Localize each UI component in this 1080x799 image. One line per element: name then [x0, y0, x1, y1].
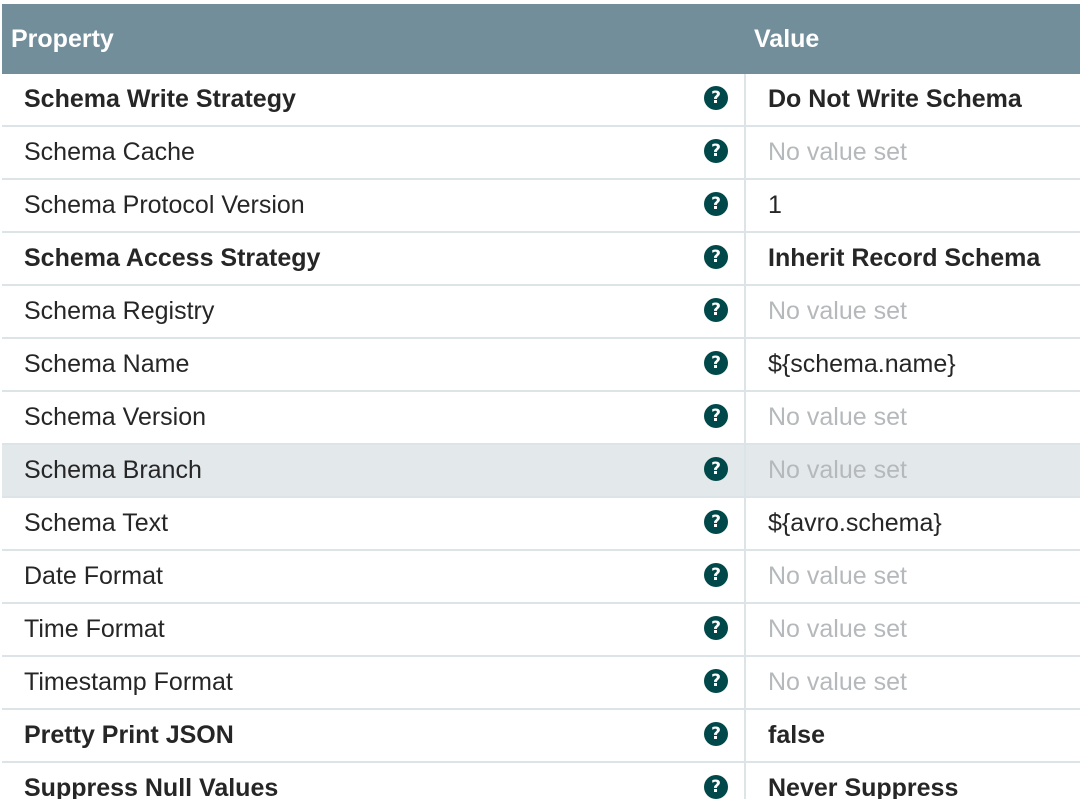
- no-value-placeholder: No value set: [768, 456, 907, 484]
- property-value-cell[interactable]: Inherit Record Schema: [746, 233, 1080, 284]
- property-name-cell: Schema Name?: [2, 339, 746, 390]
- help-icon[interactable]: ?: [704, 404, 728, 428]
- property-value-cell[interactable]: No value set: [746, 445, 1080, 496]
- property-name: Schema Name: [24, 350, 190, 378]
- table-row[interactable]: Schema Write Strategy? Do Not Write Schem…: [2, 74, 1080, 127]
- property-name-cell: Schema Protocol Version?: [2, 180, 746, 231]
- property-value-cell[interactable]: ${schema.name}: [746, 339, 1080, 390]
- property-value-cell[interactable]: false: [746, 710, 1080, 761]
- help-icon[interactable]: ?: [704, 86, 728, 110]
- properties-table: Property Value Schema Write Strategy? Do …: [2, 4, 1080, 799]
- property-value-cell[interactable]: No value set: [746, 392, 1080, 443]
- property-value-cell[interactable]: 1: [746, 180, 1080, 231]
- table-body: Schema Write Strategy? Do Not Write Schem…: [2, 74, 1080, 799]
- property-value: 1: [768, 191, 782, 219]
- no-value-placeholder: No value set: [768, 615, 907, 643]
- property-name-cell: Schema Branch?: [2, 445, 746, 496]
- table-row[interactable]: Date Format? No value set: [2, 551, 1080, 604]
- help-icon[interactable]: ?: [704, 563, 728, 587]
- property-name: Schema Cache: [24, 138, 195, 166]
- table-header: Property Value: [2, 4, 1080, 74]
- help-icon[interactable]: ?: [704, 669, 728, 693]
- property-name-cell: Schema Write Strategy?: [2, 74, 746, 125]
- help-icon[interactable]: ?: [704, 775, 728, 799]
- property-column-header[interactable]: Property: [2, 25, 746, 54]
- no-value-placeholder: No value set: [768, 138, 907, 166]
- help-icon[interactable]: ?: [704, 616, 728, 640]
- property-name-cell: Schema Version?: [2, 392, 746, 443]
- table-row[interactable]: Schema Access Strategy? Inherit Record Sc…: [2, 233, 1080, 286]
- table-row[interactable]: Schema Registry? No value set: [2, 286, 1080, 339]
- property-name-cell: Pretty Print JSON?: [2, 710, 746, 761]
- property-value-cell[interactable]: No value set: [746, 604, 1080, 655]
- property-name-cell: Date Format?: [2, 551, 746, 602]
- property-value-cell[interactable]: ${avro.schema}: [746, 498, 1080, 549]
- property-value: ${avro.schema}: [768, 509, 942, 537]
- table-row[interactable]: Time Format? No value set: [2, 604, 1080, 657]
- property-name: Pretty Print JSON: [24, 721, 234, 749]
- table-row[interactable]: Schema Cache? No value set: [2, 127, 1080, 180]
- no-value-placeholder: No value set: [768, 403, 907, 431]
- help-icon[interactable]: ?: [704, 351, 728, 375]
- help-icon[interactable]: ?: [704, 298, 728, 322]
- table-row[interactable]: Schema Protocol Version? 1: [2, 180, 1080, 233]
- property-name-cell: Schema Access Strategy?: [2, 233, 746, 284]
- property-value-cell[interactable]: No value set: [746, 551, 1080, 602]
- property-name-cell: Timestamp Format?: [2, 657, 746, 708]
- property-name-cell: Schema Text?: [2, 498, 746, 549]
- property-value: Never Suppress: [768, 774, 959, 799]
- table-row[interactable]: Suppress Null Values? Never Suppress: [2, 763, 1080, 799]
- property-name: Date Format: [24, 562, 163, 590]
- table-row[interactable]: Pretty Print JSON? false: [2, 710, 1080, 763]
- property-value-cell[interactable]: No value set: [746, 657, 1080, 708]
- help-icon[interactable]: ?: [704, 245, 728, 269]
- property-name: Timestamp Format: [24, 668, 233, 696]
- property-value-cell[interactable]: No value set: [746, 127, 1080, 178]
- property-value: ${schema.name}: [768, 350, 956, 378]
- property-value-cell[interactable]: Do Not Write Schema: [746, 74, 1080, 125]
- property-value: false: [768, 721, 825, 749]
- help-icon[interactable]: ?: [704, 192, 728, 216]
- help-icon[interactable]: ?: [704, 139, 728, 163]
- table-row[interactable]: Schema Text? ${avro.schema}: [2, 498, 1080, 551]
- property-name: Schema Registry: [24, 297, 215, 325]
- help-icon[interactable]: ?: [704, 722, 728, 746]
- property-name: Time Format: [24, 615, 165, 643]
- property-name-cell: Schema Registry?: [2, 286, 746, 337]
- property-name: Schema Access Strategy: [24, 244, 321, 272]
- property-name-cell: Suppress Null Values?: [2, 763, 746, 799]
- property-value-cell[interactable]: Never Suppress: [746, 763, 1080, 799]
- no-value-placeholder: No value set: [768, 668, 907, 696]
- property-name: Schema Write Strategy: [24, 85, 296, 113]
- no-value-placeholder: No value set: [768, 297, 907, 325]
- table-row[interactable]: Schema Branch? No value set: [2, 445, 1080, 498]
- property-value: Do Not Write Schema: [768, 85, 1022, 113]
- table-row[interactable]: Schema Name? ${schema.name}: [2, 339, 1080, 392]
- no-value-placeholder: No value set: [768, 562, 907, 590]
- property-name-cell: Schema Cache?: [2, 127, 746, 178]
- property-value-cell[interactable]: No value set: [746, 286, 1080, 337]
- property-name: Schema Branch: [24, 456, 202, 484]
- table-row[interactable]: Timestamp Format? No value set: [2, 657, 1080, 710]
- property-name: Schema Version: [24, 403, 207, 431]
- table-row[interactable]: Schema Version? No value set: [2, 392, 1080, 445]
- property-name: Schema Text: [24, 509, 169, 537]
- help-icon[interactable]: ?: [704, 510, 728, 534]
- property-name: Schema Protocol Version: [24, 191, 305, 219]
- property-value: Inherit Record Schema: [768, 244, 1041, 272]
- value-column-header[interactable]: Value: [746, 25, 819, 54]
- property-name-cell: Time Format?: [2, 604, 746, 655]
- property-name: Suppress Null Values: [24, 774, 279, 799]
- help-icon[interactable]: ?: [704, 457, 728, 481]
